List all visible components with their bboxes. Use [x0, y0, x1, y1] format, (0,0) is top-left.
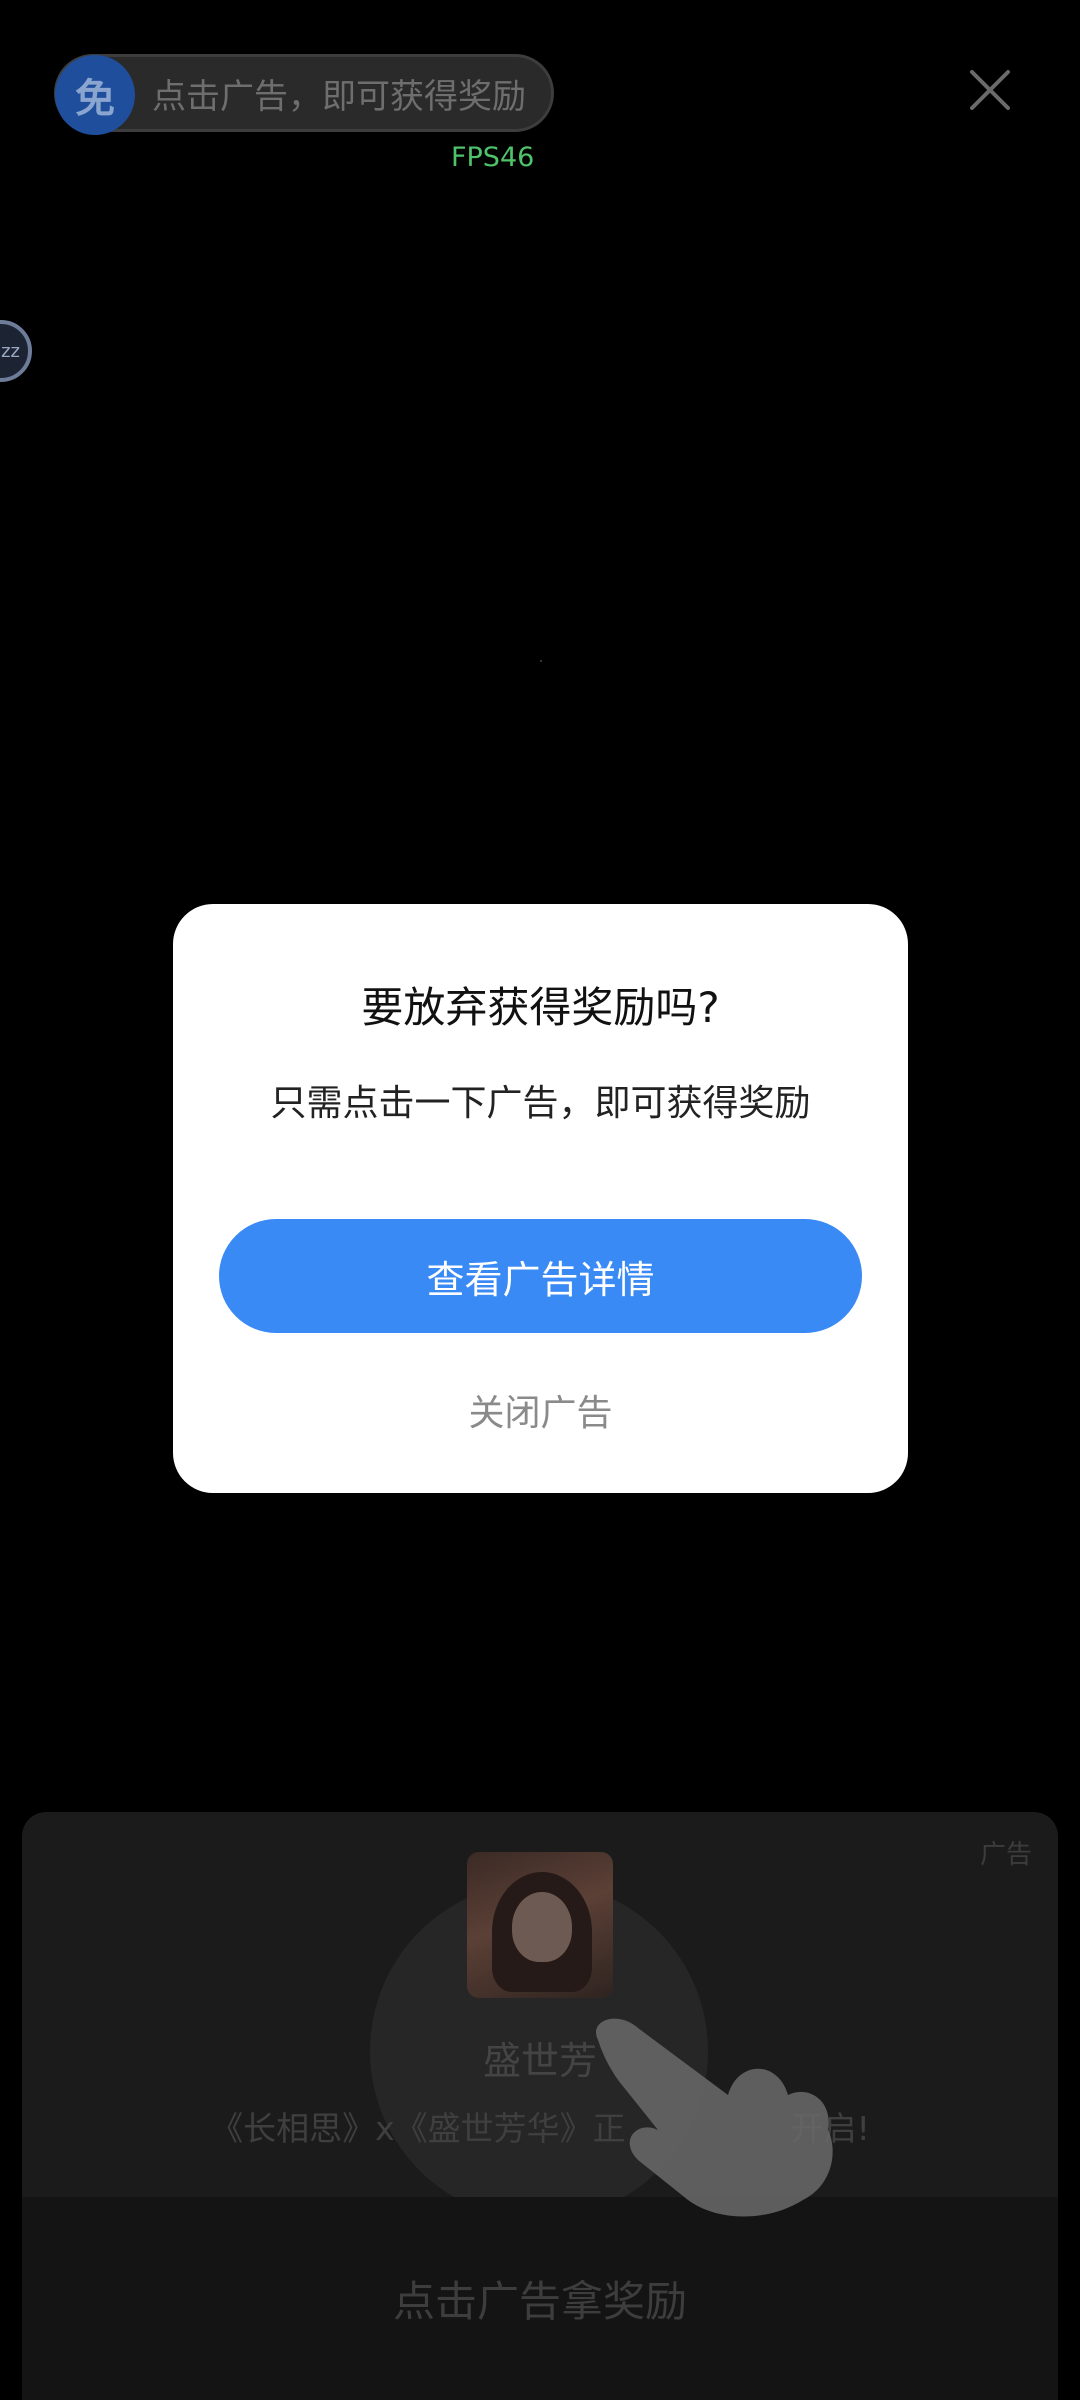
dialog-title: 要放弃获得奖励吗?	[361, 983, 720, 1032]
reward-hint-pill[interactable]: 免 点击广告，即可获得奖励	[54, 54, 554, 135]
ad-thumbnail-image[interactable]	[467, 1852, 613, 1998]
ad-cta-button[interactable]: 点击广告拿奖励	[22, 2197, 1058, 2400]
ad-title: 盛世芳	[482, 2039, 597, 2083]
fps-counter: FPS46	[451, 142, 535, 173]
ad-card[interactable]: 广告 盛世芳 《长相思》x《盛世芳华》正 开启! 点击广告拿奖励	[22, 1812, 1058, 2400]
dialog-subtitle: 只需点击一下广告，即可获得奖励	[270, 1083, 811, 1124]
ad-thumbnail-face	[512, 1892, 572, 1962]
ad-reward-screen: 免 点击广告，即可获得奖励 FPS46 zz 广告 盛世芳 《长相思》x《盛世芳…	[0, 0, 1080, 2400]
ad-tag-label: 广告	[979, 1840, 1032, 1870]
close-ad-button[interactable]: 关闭广告	[173, 1384, 908, 1436]
ad-description: 《长相思》x《盛世芳华》正 开启!	[210, 2109, 870, 2148]
close-icon-glyph	[970, 70, 1010, 110]
floating-assistant-bubble[interactable]: zz	[0, 320, 32, 382]
abandon-reward-dialog: 要放弃获得奖励吗? 只需点击一下广告，即可获得奖励 查看广告详情 关闭广告	[173, 904, 908, 1493]
view-ad-details-button[interactable]: 查看广告详情	[219, 1219, 862, 1333]
tap-hand-icon	[596, 2018, 833, 2217]
floating-bubble-text: zz	[1, 340, 20, 362]
ad-cta-label: 点击广告拿奖励	[392, 2277, 687, 2326]
reward-hint-text: 点击广告，即可获得奖励	[152, 76, 526, 117]
free-badge-icon: 免	[55, 55, 135, 135]
loading-dot	[540, 660, 542, 662]
close-icon[interactable]	[960, 60, 1020, 120]
